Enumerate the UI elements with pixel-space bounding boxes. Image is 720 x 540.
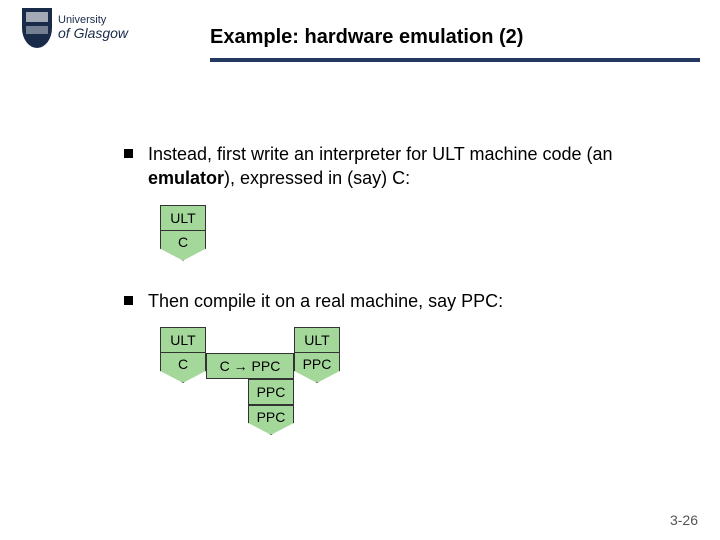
slide-number: 3-26: [670, 512, 698, 528]
bullet-1-bold: emulator: [148, 168, 224, 188]
bullet-1-pre: Instead, first write an interpreter for …: [148, 144, 613, 164]
university-logo: University of Glasgow: [22, 8, 128, 48]
bullet-2: Then compile it on a real machine, say P…: [120, 289, 660, 313]
slide-content: Instead, first write an interpreter for …: [0, 62, 720, 447]
logo-text: University of Glasgow: [58, 14, 128, 41]
diag1-bottom: C: [160, 231, 206, 261]
logo-line2: of Glasgow: [58, 26, 128, 41]
crest-icon: [22, 8, 52, 48]
t-diagram-2: ULT C C → PPC ULT PPC PPC PPC: [160, 327, 660, 447]
diag2-col5: PPC: [248, 405, 294, 435]
slide-title: Example: hardware emulation (2): [210, 26, 523, 49]
diag1-top: ULT: [160, 205, 206, 231]
diag2-col2: C → PPC: [206, 353, 294, 379]
diag2-compiler: C → PPC: [206, 353, 294, 379]
t-diagram-1: ULT C: [160, 205, 660, 261]
title-rule: [210, 58, 700, 62]
diag2-col1: ULT C: [160, 327, 206, 383]
diag2-col3: ULT PPC: [294, 327, 340, 383]
bullet-1-post: ), expressed in (say) C:: [224, 168, 410, 188]
bullet-1: Instead, first write an interpreter for …: [120, 142, 660, 191]
diag2-c1-bot: C: [160, 353, 206, 383]
diag2-c3-bot: PPC: [294, 353, 340, 383]
slide-header: University of Glasgow Example: hardware …: [0, 0, 720, 62]
diag2-col4: PPC: [248, 379, 294, 405]
diag2-c5: PPC: [248, 405, 294, 435]
diag2-c1-top: ULT: [160, 327, 206, 353]
diag2-c3-top: ULT: [294, 327, 340, 353]
diag2-c4: PPC: [248, 379, 294, 405]
